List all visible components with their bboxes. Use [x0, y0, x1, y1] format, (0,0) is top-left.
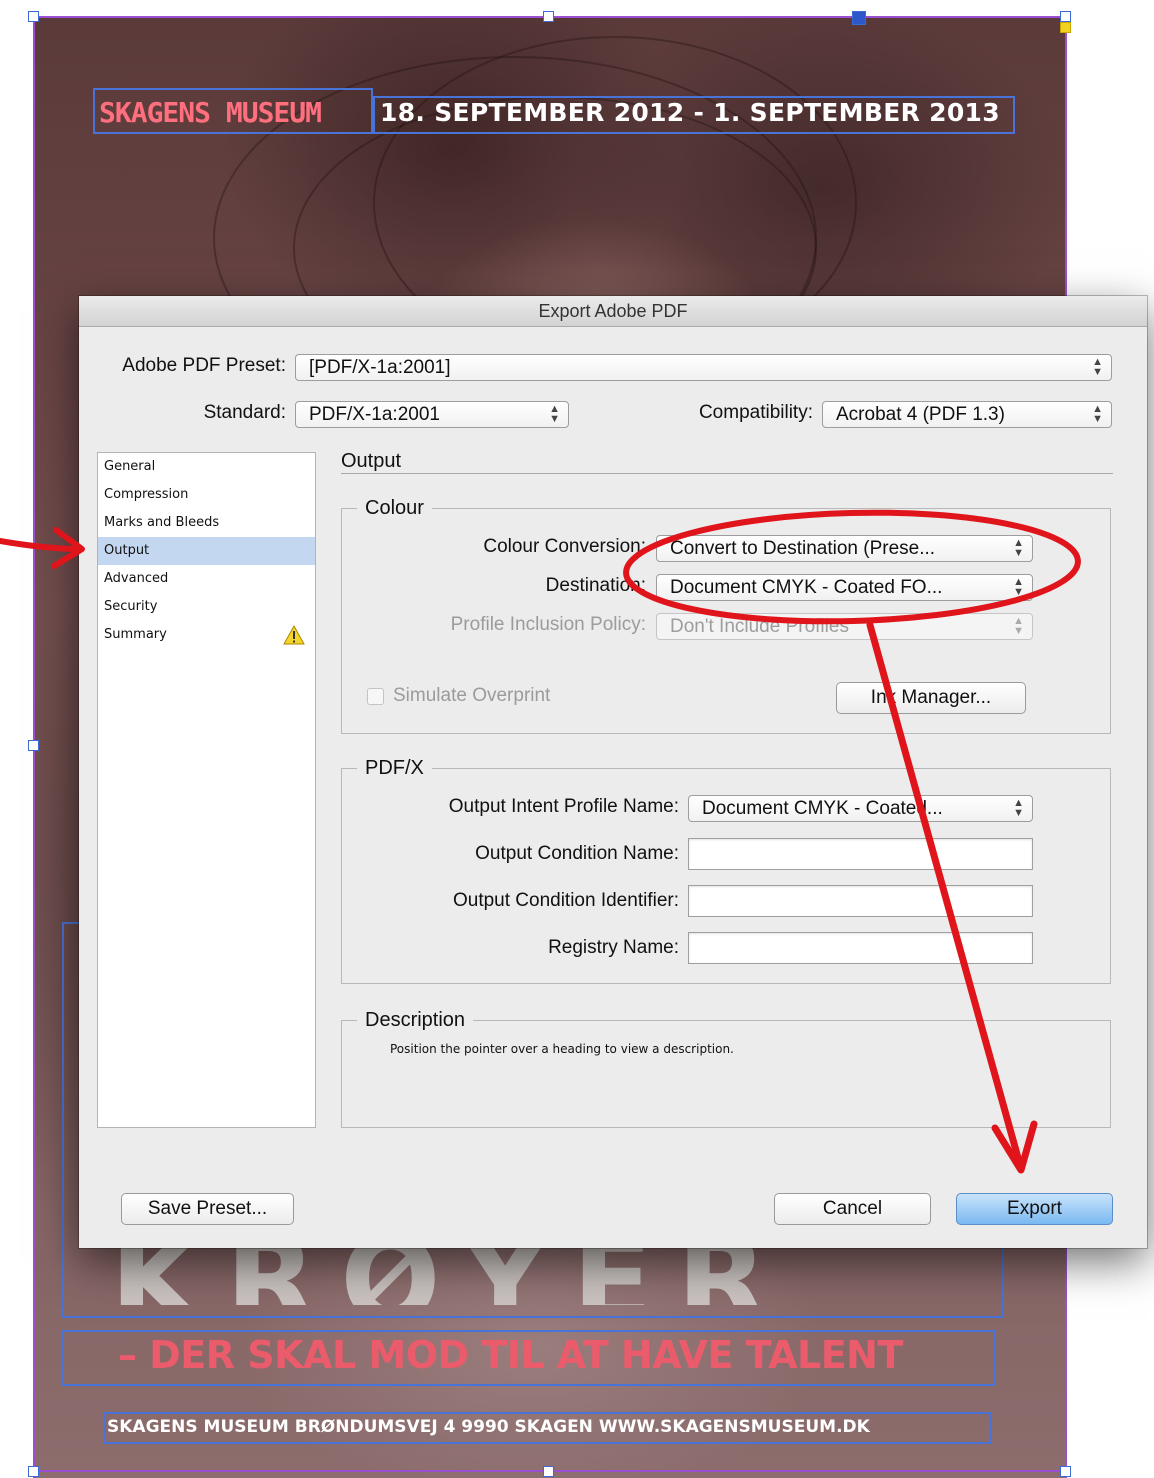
section-title: Output: [341, 450, 402, 472]
registry-name-field[interactable]: [688, 932, 1033, 964]
sidebar-item-marks-and-bleeds[interactable]: Marks and Bleeds: [98, 509, 315, 537]
profile-policy-value: Don't Include Profiles: [670, 616, 849, 637]
sidebar-item-label: Security: [104, 599, 158, 614]
output-intent-label: Output Intent Profile Name:: [448, 796, 679, 817]
output-condition-name-field[interactable]: [688, 838, 1033, 870]
standard-select-value: PDF/X-1a:2001: [309, 404, 440, 425]
standard-label: Standard:: [203, 402, 286, 423]
cancel-button[interactable]: Cancel: [774, 1193, 931, 1225]
sidebar-item-label: Summary: [104, 627, 167, 642]
selection-handle[interactable]: [1060, 1466, 1071, 1477]
preset-select-value: [PDF/X-1a:2001]: [309, 357, 451, 378]
poster-artist-name: KRØYER: [110, 1245, 791, 1305]
sidebar-item-output[interactable]: Output: [98, 537, 315, 565]
export-button[interactable]: Export: [956, 1193, 1113, 1225]
colour-conversion-label: Colour Conversion:: [483, 536, 646, 557]
registry-name-label: Registry Name:: [548, 937, 679, 958]
sidebar-item-general[interactable]: General: [98, 453, 315, 481]
sidebar-item-label: Output: [104, 543, 150, 558]
sidebar-item-security[interactable]: Security: [98, 593, 315, 621]
exhibition-date-range: 18. SEPTEMBER 2012 - 1. SEPTEMBER 2013: [380, 98, 1000, 127]
stepper-arrows-icon: ▲ ▼: [1092, 403, 1103, 425]
stepper-arrows-icon: ▲ ▼: [1013, 537, 1024, 559]
category-sidebar: General Compression Marks and Bleeds Out…: [97, 452, 316, 1128]
stepper-arrows-icon: ▲ ▼: [1013, 576, 1024, 598]
sidebar-item-label: Advanced: [104, 571, 169, 586]
destination-label: Destination:: [545, 575, 646, 596]
profile-policy-select[interactable]: Don't Include Profiles ▲ ▼: [656, 613, 1033, 640]
sidebar-item-advanced[interactable]: Advanced: [98, 565, 315, 593]
compatibility-select[interactable]: Acrobat 4 (PDF 1.3) ▲ ▼: [822, 401, 1112, 428]
standard-select[interactable]: PDF/X-1a:2001 ▲ ▼: [295, 401, 569, 428]
colour-conversion-select[interactable]: Convert to Destination (Prese... ▲ ▼: [656, 535, 1033, 562]
profile-policy-label: Profile Inclusion Policy:: [450, 614, 646, 635]
sidebar-item-summary[interactable]: Summary: [98, 621, 315, 649]
export-pdf-dialog: Export Adobe PDF Adobe PDF Preset: [PDF/…: [79, 296, 1147, 1248]
selection-handle[interactable]: [28, 740, 39, 751]
simulate-overprint-checkbox[interactable]: [367, 688, 384, 705]
selection-handle[interactable]: [543, 1466, 554, 1477]
selection-handle[interactable]: [852, 11, 866, 25]
stepper-arrows-icon: ▲ ▼: [1013, 797, 1024, 819]
stepper-arrows-icon: ▲ ▼: [549, 403, 560, 425]
selection-handle[interactable]: [543, 11, 554, 22]
warning-icon: [283, 625, 305, 645]
output-condition-name-label: Output Condition Name:: [475, 843, 679, 864]
poster-address: SKAGENS MUSEUM BRØNDUMSVEJ 4 9990 SKAGEN…: [107, 1417, 870, 1437]
output-intent-value: Document CMYK - Coated...: [702, 798, 943, 819]
simulate-overprint-label: Simulate Overprint: [393, 685, 551, 706]
sidebar-item-label: Marks and Bleeds: [104, 515, 220, 530]
sidebar-item-label: General: [104, 459, 156, 474]
output-condition-identifier-field[interactable]: [688, 885, 1033, 917]
museum-logo: SKAGENS MUSEUM: [99, 96, 322, 129]
output-condition-identifier-label: Output Condition Identifier:: [452, 890, 679, 911]
section-divider: [341, 473, 1113, 474]
preset-label: Adobe PDF Preset:: [122, 355, 286, 376]
ink-manager-button[interactable]: Ink Manager...: [836, 682, 1026, 714]
selection-handle[interactable]: [28, 11, 39, 22]
output-intent-select[interactable]: Document CMYK - Coated... ▲ ▼: [688, 795, 1033, 822]
description-text: Position the pointer over a heading to v…: [390, 1042, 734, 1056]
poster-tagline: – DER SKAL MOD TIL AT HAVE TALENT: [118, 1333, 903, 1377]
save-preset-button[interactable]: Save Preset...: [121, 1193, 294, 1225]
stepper-arrows-icon: ▲ ▼: [1013, 615, 1024, 637]
selection-handle[interactable]: [28, 1466, 39, 1477]
frame-corner-widget[interactable]: [1060, 22, 1071, 33]
description-group-title: Description: [357, 1008, 474, 1032]
selection-handle[interactable]: [1060, 11, 1071, 22]
destination-select[interactable]: Document CMYK - Coated FO... ▲ ▼: [656, 574, 1033, 601]
dialog-title: Export Adobe PDF: [79, 296, 1147, 327]
sidebar-item-compression[interactable]: Compression: [98, 481, 315, 509]
colour-conversion-value: Convert to Destination (Prese...: [670, 538, 936, 559]
compatibility-select-value: Acrobat 4 (PDF 1.3): [836, 404, 1005, 425]
preset-select[interactable]: [PDF/X-1a:2001] ▲ ▼: [295, 354, 1112, 381]
pdfx-group-title: PDF/X: [357, 756, 432, 780]
colour-group-title: Colour: [357, 496, 432, 520]
compatibility-label: Compatibility:: [698, 402, 813, 423]
description-group: [341, 1020, 1111, 1128]
sidebar-item-label: Compression: [104, 487, 189, 502]
destination-value: Document CMYK - Coated FO...: [670, 577, 943, 598]
stepper-arrows-icon: ▲ ▼: [1092, 356, 1103, 378]
